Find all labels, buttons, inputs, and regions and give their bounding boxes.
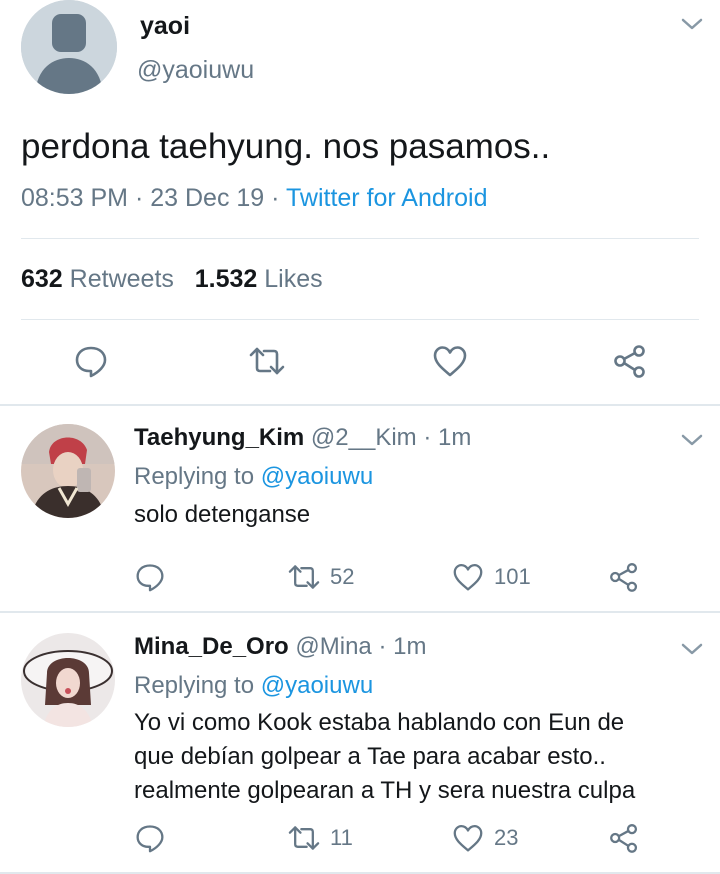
reply-time: 1m [393, 633, 427, 660]
like-icon [453, 824, 483, 852]
likes-label: Likes [264, 265, 323, 293]
reply-text: solo detenganse [134, 498, 310, 532]
meta-separator: · [134, 184, 144, 212]
reply-time: 1m [438, 424, 472, 451]
chevron-down-icon[interactable] [680, 432, 704, 448]
reply-author-handle[interactable]: @Mina [295, 633, 371, 660]
retweet-count: 52 [330, 564, 355, 589]
reply-icon [136, 825, 164, 853]
like-icon [453, 563, 483, 591]
person-icon [21, 0, 117, 94]
retweet-count: 632 [21, 265, 63, 293]
like-count: 23 [494, 825, 519, 850]
meta-separator: · [378, 633, 387, 660]
share-icon [610, 824, 638, 853]
reply-author-handle[interactable]: @2__Kim [311, 424, 417, 451]
retweet-count: 11 [330, 825, 353, 850]
like-icon[interactable] [432, 344, 468, 378]
reply-tweet[interactable]: Taehyung_Kim @2__Kim · 1m Replying to @y… [0, 406, 720, 611]
like-count: 1.532 [194, 265, 258, 293]
author-handle[interactable]: @yaoiuwu [137, 56, 254, 85]
reply-text-line: que debían golpear a Tae para acabar est… [134, 743, 606, 770]
avatar[interactable] [21, 633, 115, 727]
divider [21, 319, 699, 320]
replying-to-handle[interactable]: @yaoiuwu [261, 463, 373, 490]
retweet-icon [288, 565, 320, 589]
meta-separator: · [423, 424, 432, 451]
reply-icon[interactable] [73, 344, 109, 378]
replying-to: Replying to @yaoiuwu [134, 672, 373, 700]
tweet-time: 08:53 PM [21, 184, 129, 212]
profile-photo [21, 633, 115, 727]
share-action[interactable] [608, 821, 640, 855]
replying-to: Replying to @yaoiuwu [134, 463, 373, 491]
main-tweet: yaoi @yaoiuwu perdona taehyung. nos pasa… [0, 0, 720, 406]
retweets-label: Retweets [69, 265, 174, 293]
reply-author-name[interactable]: Taehyung_Kim [134, 424, 304, 451]
tweet-text: perdona taehyung. nos pasamos.. [21, 127, 551, 166]
engagement-stats: 632 Retweets 1.532 Likes [21, 265, 323, 294]
reply-text-line: Yo vi como Kook estaba hablando con Eun … [134, 709, 625, 736]
tweet-date: 23 Dec 19 [150, 184, 265, 212]
likes-stat[interactable]: 1.532 Likes [195, 265, 323, 293]
reply-author-name[interactable]: Mina_De_Oro [134, 633, 289, 660]
reply-icon [136, 564, 164, 592]
replying-to-handle[interactable]: @yaoiuwu [261, 672, 373, 699]
meta-separator: · [271, 184, 280, 212]
reply-text-line: realmente golpearan a TH y sera nuestra … [134, 777, 636, 804]
share-icon [610, 563, 638, 592]
tweet-source-link[interactable]: Twitter for Android [286, 184, 487, 212]
chevron-down-icon[interactable] [680, 641, 704, 657]
reply-header: Mina_De_Oro @Mina · 1m [134, 633, 426, 661]
retweet-icon[interactable] [249, 344, 285, 378]
retweet-action[interactable]: 52 [288, 560, 354, 594]
default-avatar[interactable] [21, 0, 117, 94]
share-icon[interactable] [612, 344, 648, 378]
reply-text-line: solo detenganse [134, 501, 311, 528]
reply-header: Taehyung_Kim @2__Kim · 1m [134, 424, 471, 452]
retweets-stat[interactable]: 632 Retweets [21, 265, 181, 293]
share-action[interactable] [608, 560, 640, 594]
author-name[interactable]: yaoi [140, 12, 190, 41]
like-action[interactable]: 23 [452, 821, 518, 855]
retweet-action[interactable]: 11 [288, 821, 353, 855]
reply-action[interactable] [134, 821, 166, 855]
replying-to-label: Replying to [134, 672, 255, 699]
tweet-meta: 08:53 PM · 23 Dec 19 · Twitter for Andro… [21, 184, 487, 213]
like-count: 101 [494, 564, 531, 589]
reply-tweet[interactable]: Mina_De_Oro @Mina · 1m Replying to @yaoi… [0, 613, 720, 874]
profile-photo [21, 424, 115, 518]
avatar[interactable] [21, 424, 115, 518]
like-action[interactable]: 101 [452, 560, 531, 594]
chevron-down-icon[interactable] [680, 16, 704, 32]
retweet-icon [288, 826, 320, 850]
reply-text: Yo vi como Kook estaba hablando con Eun … [134, 706, 635, 808]
reply-action[interactable] [134, 560, 166, 594]
replying-to-label: Replying to [134, 463, 255, 490]
divider [21, 238, 699, 239]
